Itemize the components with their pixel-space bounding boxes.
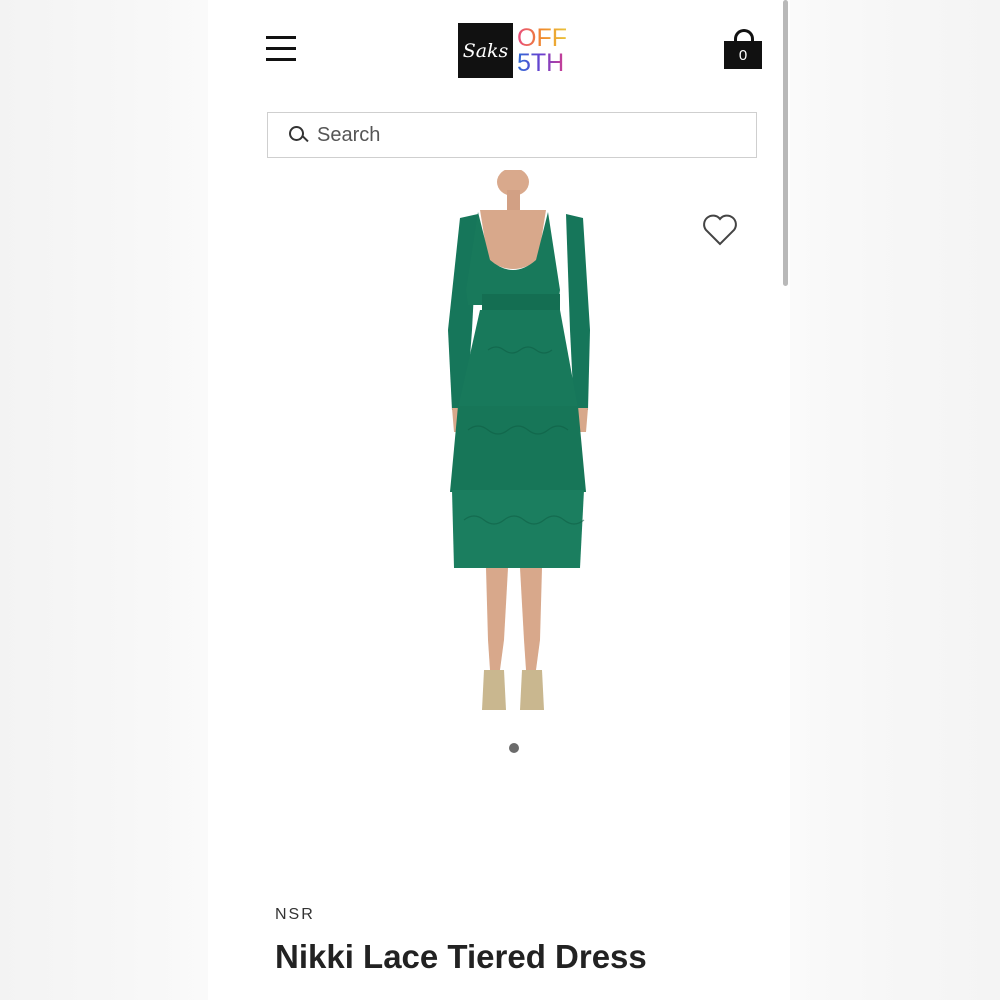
product-image[interactable] (408, 170, 618, 715)
product-title: Nikki Lace Tiered Dress (275, 938, 647, 975)
logo-mark: Saks (458, 23, 513, 78)
wishlist-button[interactable] (700, 210, 740, 250)
background-right (790, 0, 1000, 1000)
product-brand[interactable]: NSR (275, 906, 315, 924)
heart-outline-icon (703, 214, 737, 246)
logo-line-1: OFF (517, 23, 567, 52)
menu-button[interactable] (265, 36, 299, 64)
background-left (0, 0, 208, 1000)
cart-count: 0 (724, 41, 762, 69)
mobile-page: Saks OFF 5TH 0 Search NSR Nikki Lace Tie… (208, 0, 790, 1000)
search-bar[interactable] (267, 112, 757, 158)
search-input[interactable] (315, 122, 719, 148)
logo-line-2: 5TH (517, 50, 567, 76)
model-figure (448, 170, 590, 710)
logo-wordmark: OFF 5TH (517, 23, 567, 76)
cart-button[interactable]: 0 (724, 29, 762, 69)
site-logo[interactable]: Saks OFF 5TH (458, 23, 567, 78)
scrollbar[interactable] (783, 0, 788, 286)
search-icon (289, 126, 309, 144)
gallery-dot-active[interactable] (509, 743, 519, 753)
